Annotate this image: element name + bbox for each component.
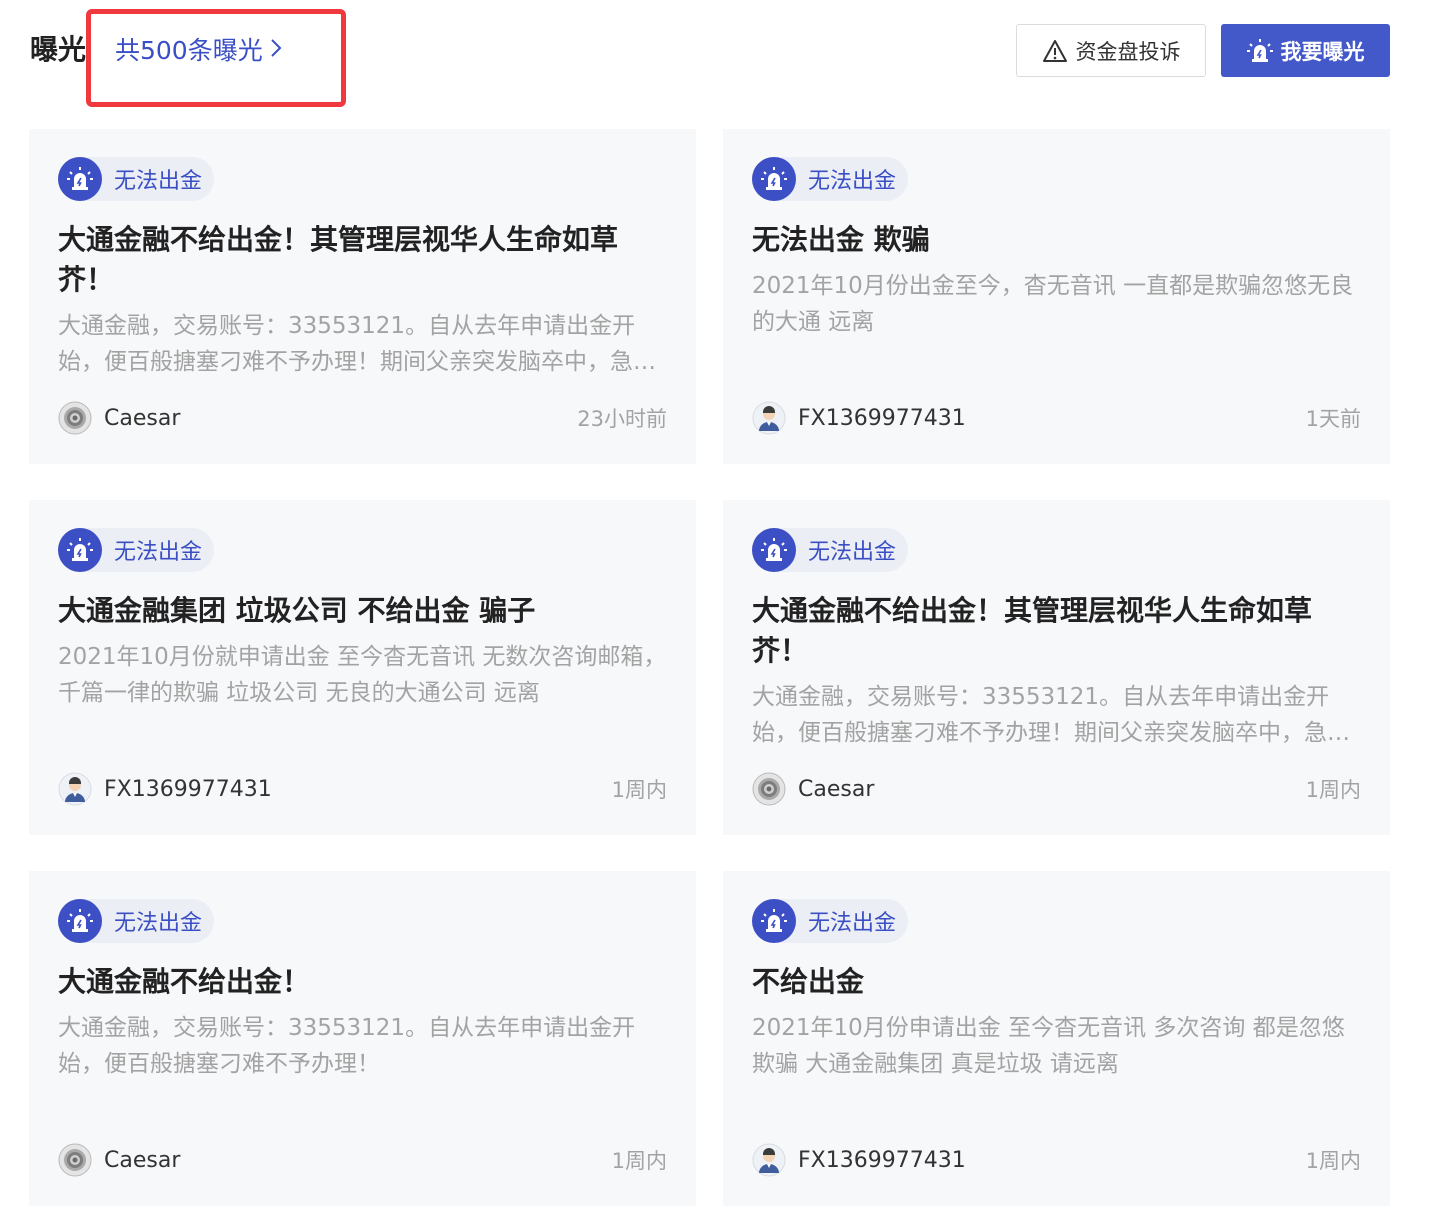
person-avatar [752,1143,786,1177]
author-name: Caesar [104,1147,181,1173]
category-tag-label: 无法出金 [114,540,203,565]
post-time: 1周内 [611,778,667,802]
post-time: 1周内 [1305,1149,1361,1173]
card-description: 大通金融，交易账号：33553121。自从去年申请出金开始，便百般搪塞刁难不予办… [752,684,1350,746]
category-tag-label: 无法出金 [808,911,897,936]
category-tag: 无法出金 [58,899,215,943]
card-title[interactable]: 不给出金 [752,962,1362,1002]
exposure-card-grid: 无法出金 大通金融不给出金！其管理层视华人生命如草芥！ 大通金融，交易账号：33… [29,129,1390,1206]
complaint-button[interactable]: 资金盘投诉 [1016,24,1206,77]
alarm-light-icon [58,528,102,572]
warning-icon [1042,39,1068,63]
category-tag-label: 无法出金 [808,540,897,565]
post-time: 23小时前 [577,407,667,431]
card-footer: FX1369977431 1周内 [752,1142,1361,1178]
category-tag-label: 无法出金 [114,911,203,936]
expose-button[interactable]: 我要曝光 [1221,24,1390,77]
alarm-light-icon [58,899,102,943]
author-name: FX1369977431 [798,1147,966,1173]
card-title[interactable]: 大通金融集团 垃圾公司 不给出金 骗子 [58,591,668,631]
category-tag: 无法出金 [752,157,909,201]
exposure-card[interactable]: 无法出金 不给出金 2021年10月份申请出金 至今杳无音讯 多次咨询 都是忽悠… [723,871,1390,1206]
category-tag: 无法出金 [752,899,909,943]
exposure-card[interactable]: 无法出金 无法出金 欺骗 2021年10月份出金至今，杳无音讯 一直都是欺骗忽悠… [723,129,1390,464]
card-title[interactable]: 大通金融不给出金！其管理层视华人生命如草芥！ [752,591,1362,671]
post-time: 1周内 [1305,778,1361,802]
category-tag-label: 无法出金 [114,169,203,194]
page-header: 曝光 共500条曝光 资金盘投诉 我要曝光 [0,0,1440,110]
page-title: 曝光 [30,33,87,66]
card-title[interactable]: 大通金融不给出金！其管理层视华人生命如草芥！ [58,220,668,300]
category-tag: 无法出金 [58,528,215,572]
card-title[interactable]: 大通金融不给出金！ [58,962,668,1002]
alarm-light-icon [752,157,796,201]
person-avatar [752,401,786,435]
card-description: 2021年10月份就申请出金 至今杳无音讯 无数次咨询邮箱，千篇一律的欺骗 垃圾… [58,644,667,706]
author-name: Caesar [104,405,181,431]
alarm-light-icon [752,899,796,943]
category-tag: 无法出金 [752,528,909,572]
card-footer: Caesar 23小时前 [58,400,667,436]
alarm-light-icon [752,528,796,572]
card-footer: FX1369977431 1周内 [58,771,667,807]
card-footer: Caesar 1周内 [752,771,1361,807]
alarm-light-icon [1246,38,1273,64]
post-time: 1天前 [1305,407,1361,431]
seal-avatar [58,1143,92,1177]
seal-avatar [752,772,786,806]
complaint-button-label: 资金盘投诉 [1075,39,1181,64]
category-tag-label: 无法出金 [808,169,897,194]
highlight-annotation-box [86,9,346,107]
author-name: FX1369977431 [104,776,272,802]
card-title[interactable]: 无法出金 欺骗 [752,220,1362,260]
card-description: 大通金融，交易账号：33553121。自从去年申请出金开始，便百般搪塞刁难不予办… [58,313,656,375]
author-name: FX1369977431 [798,405,966,431]
card-footer: Caesar 1周内 [58,1142,667,1178]
post-time: 1周内 [611,1149,667,1173]
exposure-card[interactable]: 无法出金 大通金融集团 垃圾公司 不给出金 骗子 2021年10月份就申请出金 … [29,500,696,835]
person-avatar [58,772,92,806]
card-description: 2021年10月份申请出金 至今杳无音讯 多次咨询 都是忽悠欺骗 大通金融集团 … [752,1015,1345,1077]
exposure-card[interactable]: 无法出金 大通金融不给出金！其管理层视华人生命如草芥！ 大通金融，交易账号：33… [723,500,1390,835]
alarm-light-icon [58,157,102,201]
author-name: Caesar [798,776,875,802]
card-description: 2021年10月份出金至今，杳无音讯 一直都是欺骗忽悠无良的大通 远离 [752,273,1354,335]
seal-avatar [58,401,92,435]
category-tag: 无法出金 [58,157,215,201]
exposure-card[interactable]: 无法出金 大通金融不给出金！ 大通金融，交易账号：33553121。自从去年申请… [29,871,696,1206]
card-description: 大通金融，交易账号：33553121。自从去年申请出金开始，便百般搪塞刁难不予办… [58,1015,636,1077]
exposure-card[interactable]: 无法出金 大通金融不给出金！其管理层视华人生命如草芥！ 大通金融，交易账号：33… [29,129,696,464]
card-footer: FX1369977431 1天前 [752,400,1361,436]
expose-button-label: 我要曝光 [1280,39,1365,64]
